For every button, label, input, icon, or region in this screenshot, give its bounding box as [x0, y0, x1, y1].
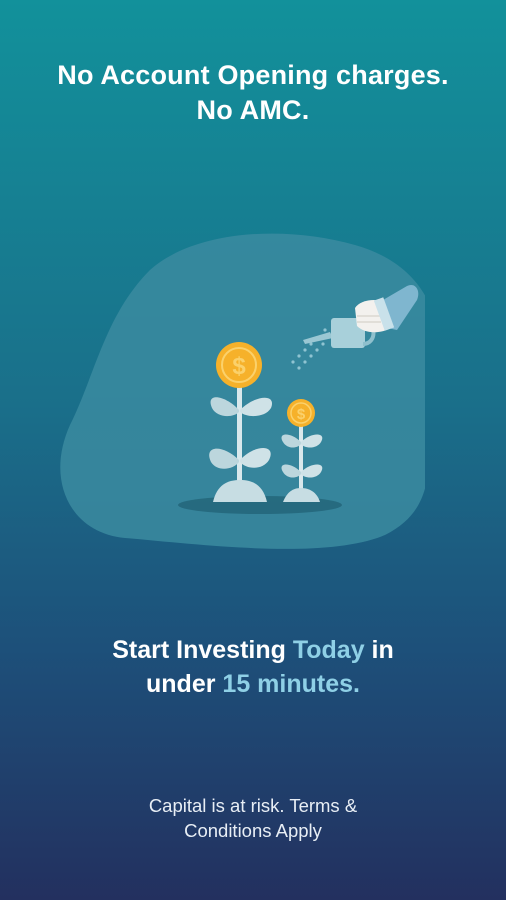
headline-line-1: No Account Opening charges. [57, 60, 449, 90]
tagline-text-under: under [146, 670, 223, 698]
small-coin-icon: $ [287, 399, 315, 427]
terms-link[interactable]: Conditions Apply [0, 818, 506, 843]
tagline-line-2: under 15 minutes. [0, 667, 506, 701]
risk-disclaimer: Capital is at risk. Terms & Conditions A… [0, 793, 506, 843]
headline-line-2: No AMC. [196, 95, 310, 125]
tagline-highlight-today: Today [292, 636, 365, 664]
svg-text:$: $ [232, 353, 246, 380]
tagline-line-1: Start Investing Today in [0, 633, 506, 667]
big-coin-icon: $ [216, 342, 262, 388]
tagline: Start Investing Today in under 15 minute… [0, 633, 506, 701]
svg-text:$: $ [297, 406, 306, 423]
tagline-text-start: Start Investing [112, 636, 293, 664]
tagline-text-in: in [364, 636, 394, 664]
tagline-highlight-minutes: 15 minutes. [222, 670, 360, 698]
disclaimer-line-1: Capital is at risk. Terms & [148, 795, 358, 816]
money-plant-watering-icon: $ $ [60, 233, 425, 549]
headline: No Account Opening charges. No AMC. [0, 58, 506, 128]
